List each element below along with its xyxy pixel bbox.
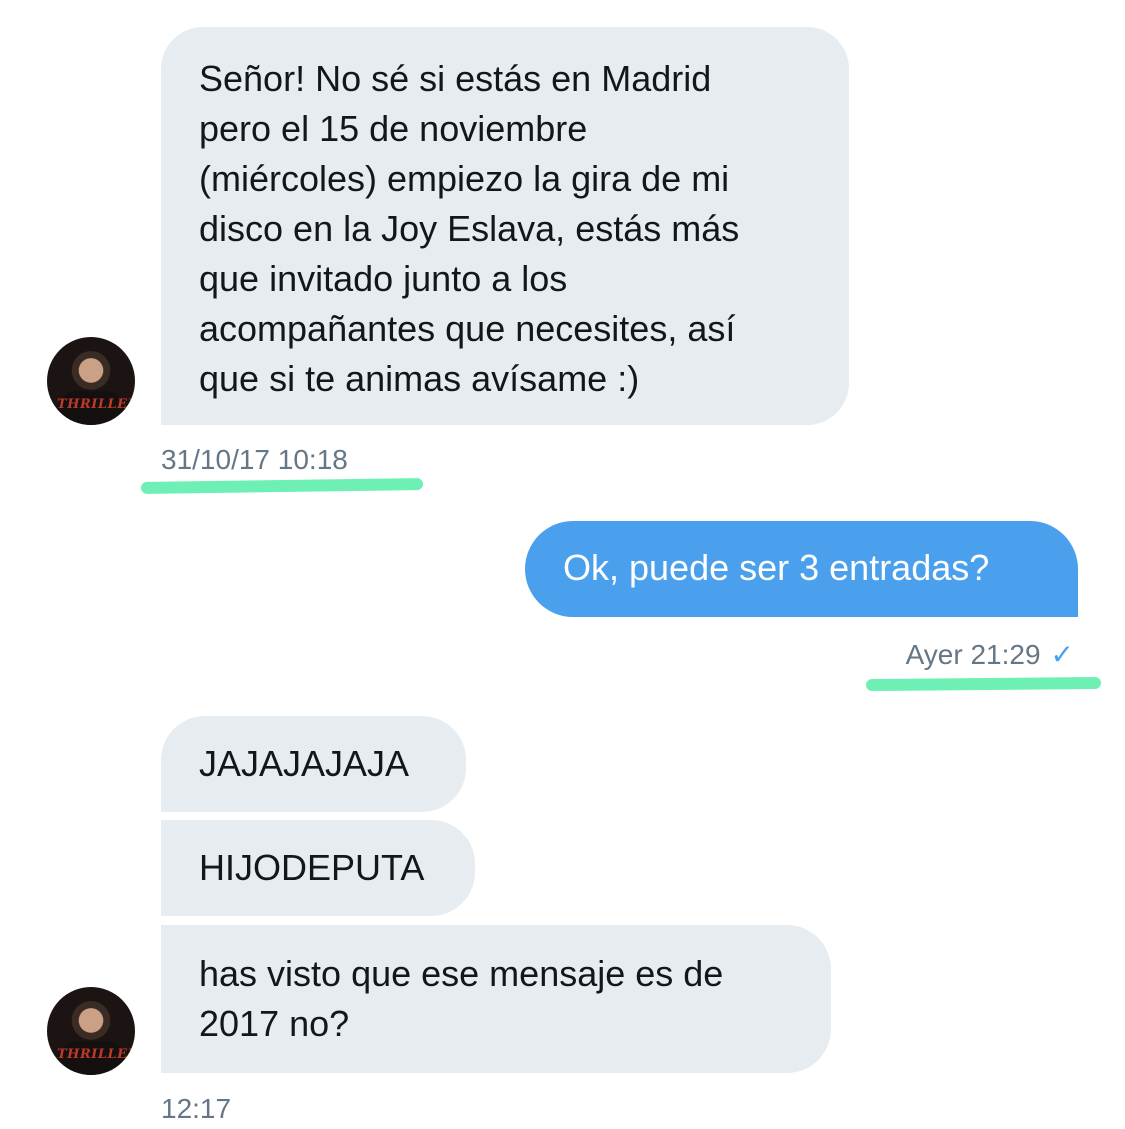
incoming-message-laugh[interactable]: JAJAJAJAJA bbox=[161, 716, 466, 812]
avatar-shirt: THRILLER bbox=[57, 391, 135, 425]
timestamp-highlight-reply bbox=[865, 676, 1102, 692]
contact-avatar[interactable]: THRILLER bbox=[47, 337, 135, 425]
outgoing-message-tickets[interactable]: Ok, puede ser 3 entradas? bbox=[525, 521, 1078, 617]
incoming-message-2017[interactable]: has visto que ese mensaje es de 2017 no? bbox=[161, 925, 831, 1073]
read-receipt-check-icon: ✓ bbox=[1050, 639, 1074, 670]
timestamp-last: 12:17 bbox=[161, 1093, 232, 1124]
avatar-shirt-text: THRILLER bbox=[57, 1047, 135, 1062]
timestamp-first: 31/10/17 10:18 bbox=[161, 444, 348, 475]
avatar-shirt: THRILLER bbox=[57, 1041, 135, 1075]
contact-avatar[interactable]: THRILLER bbox=[47, 987, 135, 1075]
timestamp-reply-text: Ayer 21:29 bbox=[905, 639, 1041, 670]
timestamp-highlight-first bbox=[140, 478, 424, 494]
incoming-message-insult[interactable]: HIJODEPUTA bbox=[161, 820, 475, 916]
timestamp-reply: Ayer 21:29 ✓ bbox=[906, 638, 1074, 671]
avatar-shirt-text: THRILLER bbox=[57, 397, 135, 412]
incoming-message-invite[interactable]: Señor! No sé si estás en Madrid pero el … bbox=[161, 27, 849, 425]
